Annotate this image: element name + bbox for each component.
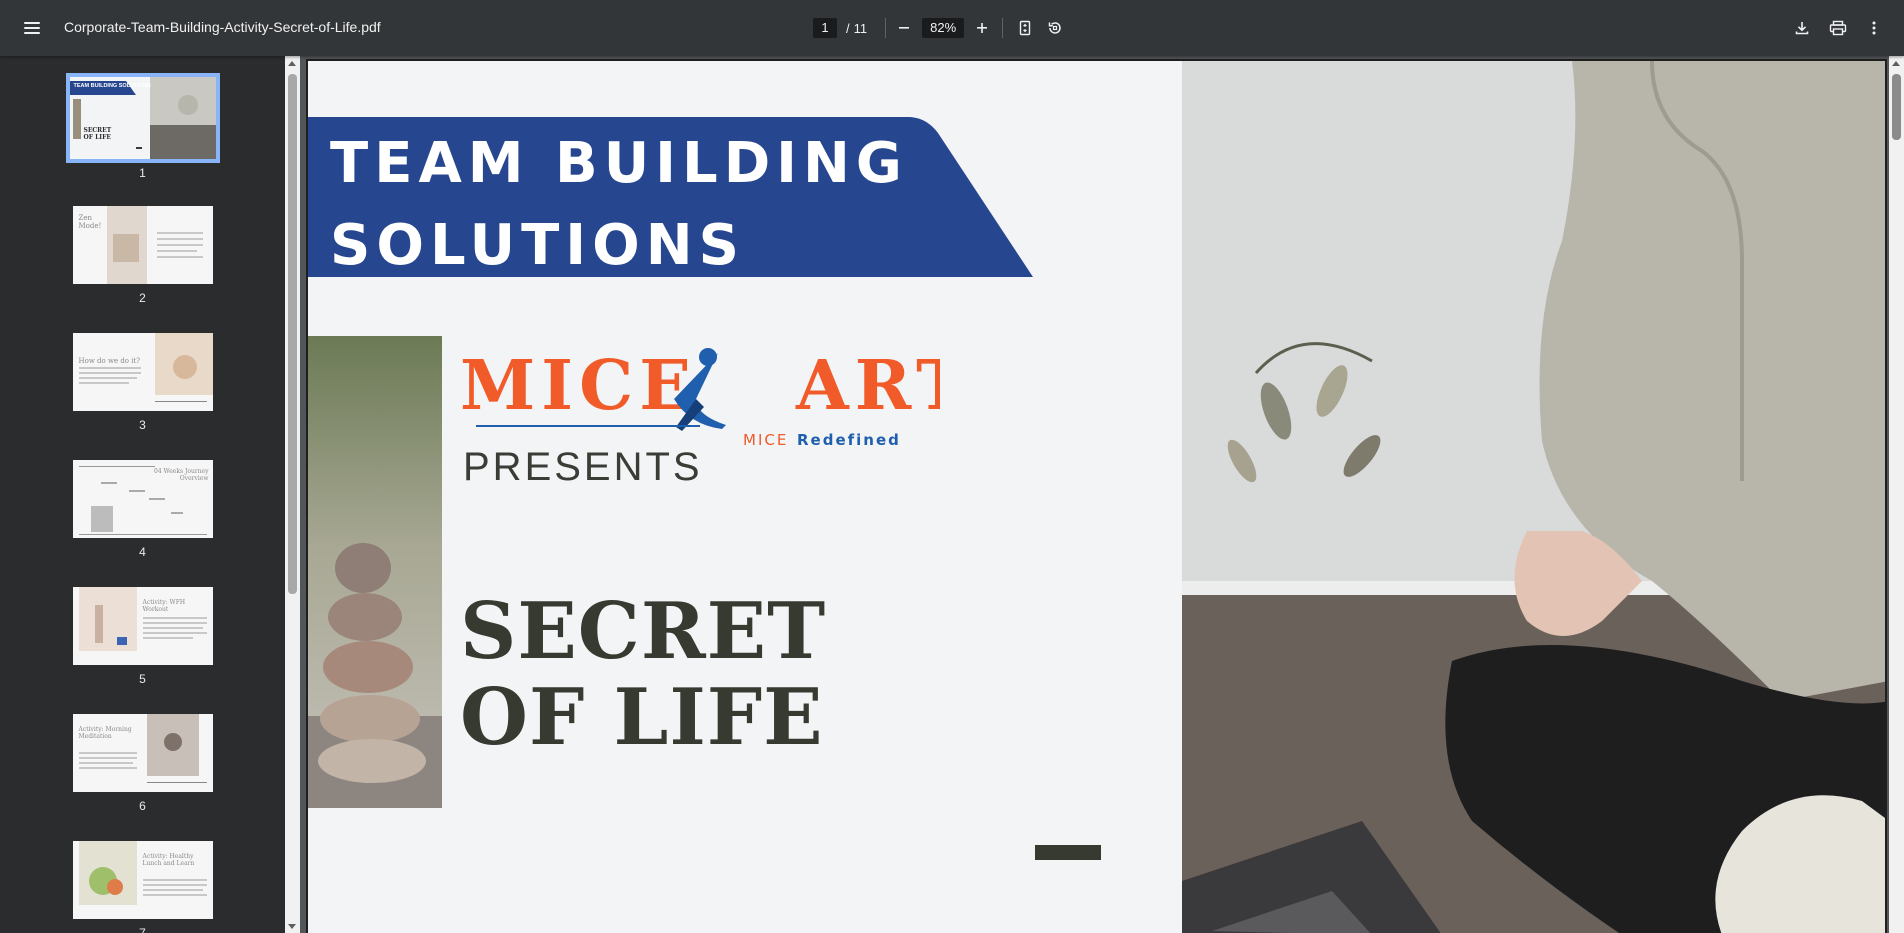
banner-line-1: TEAM BUILDING <box>330 131 908 196</box>
page-total: 11 <box>853 20 868 36</box>
fit-to-page-icon <box>1019 20 1031 36</box>
menu-icon[interactable] <box>20 16 44 40</box>
document-viewer: TEAM BUILDING SOLUTIONS MICE AR MICE Red… <box>300 56 1889 933</box>
pdf-toolbar: Corporate-Team-Building-Activity-Secret-… <box>0 0 1904 56</box>
thumbnail-page-7[interactable]: Activity: Healthy Lunch and Learn 7 <box>0 841 285 933</box>
thumbnail-number: 1 <box>139 166 146 180</box>
print-button[interactable] <box>1826 16 1850 40</box>
toolbar-divider <box>1002 18 1004 38</box>
thumbnail-image: Activity: WFH Workout <box>72 587 213 665</box>
rotate-icon <box>1048 22 1061 34</box>
thumb5-title: Activity: WFH Workout <box>142 599 186 613</box>
banner-line-2: SOLUTIONS <box>330 213 745 278</box>
thumbnail-number: 7 <box>139 926 146 933</box>
logo-art: ART <box>795 346 940 426</box>
rotate-button[interactable] <box>1043 16 1067 40</box>
thumb1-title: SECRET OF LIFE <box>83 127 112 141</box>
thumbnail-number: 4 <box>139 545 146 559</box>
zoom-out-button[interactable] <box>892 16 916 40</box>
main-scrollbar[interactable] <box>1889 56 1904 933</box>
thumb1-banner: TEAM BUILDING SOLUTIONS <box>73 83 151 89</box>
thumbnail-page-1[interactable]: TEAM BUILDING SOLUTIONS SECRET OF LIFE 1 <box>0 73 285 180</box>
download-button[interactable] <box>1790 16 1814 40</box>
page-zoom-controls: 1 / 11 82% <box>813 16 1067 40</box>
print-icon <box>1829 20 1847 36</box>
stacked-stones-image <box>308 336 442 808</box>
thumbnail-image: How do we do it? <box>72 333 213 411</box>
thumbnail-number: 6 <box>139 799 146 813</box>
zoom-input[interactable]: 82% <box>922 18 965 38</box>
sidebar-scrollbar-thumb[interactable] <box>288 74 297 594</box>
scroll-up-arrow-icon[interactable] <box>288 61 296 66</box>
page-title: SECRET OF LIFE <box>460 589 826 761</box>
minus-icon <box>899 27 910 29</box>
thumbnail-page-2[interactable]: Zen Mode! 2 <box>0 206 285 305</box>
thumbnail-preview <box>72 333 213 411</box>
toolbar-actions <box>1790 16 1886 40</box>
pdf-page-1: TEAM BUILDING SOLUTIONS MICE AR MICE Red… <box>306 59 1887 933</box>
logo-mice: MICE <box>460 346 697 426</box>
thumbnail-page-6[interactable]: Activity: Morning Meditation 6 <box>0 714 285 813</box>
thumbnail-image: Zen Mode! <box>72 206 213 284</box>
thumbnail-number: 5 <box>139 672 146 686</box>
decorative-bar <box>1035 845 1101 860</box>
thumbnail-image: Activity: Healthy Lunch and Learn <box>72 841 213 919</box>
thumbnail-sidebar: TEAM BUILDING SOLUTIONS SECRET OF LIFE 1… <box>0 56 285 933</box>
main-scrollbar-thumb[interactable] <box>1892 74 1901 140</box>
title-line-1: SECRET <box>460 586 827 677</box>
scroll-down-arrow-icon[interactable] <box>288 924 296 929</box>
toolbar-divider <box>885 18 887 38</box>
meditation-photo <box>1182 61 1885 933</box>
fit-page-button[interactable] <box>1013 16 1037 40</box>
thumbnail-image: 04 Weeks Journey Overview <box>72 460 213 538</box>
thumbnail-number: 3 <box>139 418 146 432</box>
download-icon <box>1795 22 1809 35</box>
plus-icon <box>977 23 988 33</box>
sidebar-scrollbar[interactable] <box>285 56 300 933</box>
thumbnail-page-4[interactable]: 04 Weeks Journey Overview 4 <box>0 460 285 559</box>
thumbnail-page-5[interactable]: Activity: WFH Workout 5 <box>0 587 285 686</box>
thumbnail-image: TEAM BUILDING SOLUTIONS SECRET OF LIFE <box>65 73 220 163</box>
more-vert-icon <box>1872 21 1876 35</box>
thumb3-title: How do we do it? <box>78 357 141 365</box>
page-separator: / <box>846 20 850 36</box>
micekart-logo: MICE ART MICE Redefined <box>460 346 940 449</box>
logo-tag-redefined: Redefined <box>797 431 901 449</box>
thumb6-title: Activity: Morning Meditation <box>78 726 132 740</box>
thumbnail-image: Activity: Morning Meditation <box>72 714 213 792</box>
more-actions-button[interactable] <box>1862 16 1886 40</box>
thumbnail-number: 2 <box>139 291 146 305</box>
banner-heading: TEAM BUILDING SOLUTIONS <box>330 123 908 287</box>
document-title: Corporate-Team-Building-Activity-Secret-… <box>64 19 381 35</box>
logo-tag-mice: MICE <box>743 431 788 449</box>
thumbnail-page-3[interactable]: How do we do it? 3 <box>0 333 285 432</box>
title-line-2: OF LIFE <box>460 672 824 763</box>
page-number-input[interactable]: 1 <box>813 18 837 38</box>
thumb2-title: Zen Mode! <box>78 214 102 230</box>
presents-label: PRESENTS <box>463 445 703 489</box>
thumb4-title: 04 Weeks Journey Overview <box>154 468 209 482</box>
thumb7-title: Activity: Healthy Lunch and Learn <box>142 853 195 867</box>
zoom-in-button[interactable] <box>970 16 994 40</box>
scroll-up-arrow-icon[interactable] <box>1892 61 1900 66</box>
